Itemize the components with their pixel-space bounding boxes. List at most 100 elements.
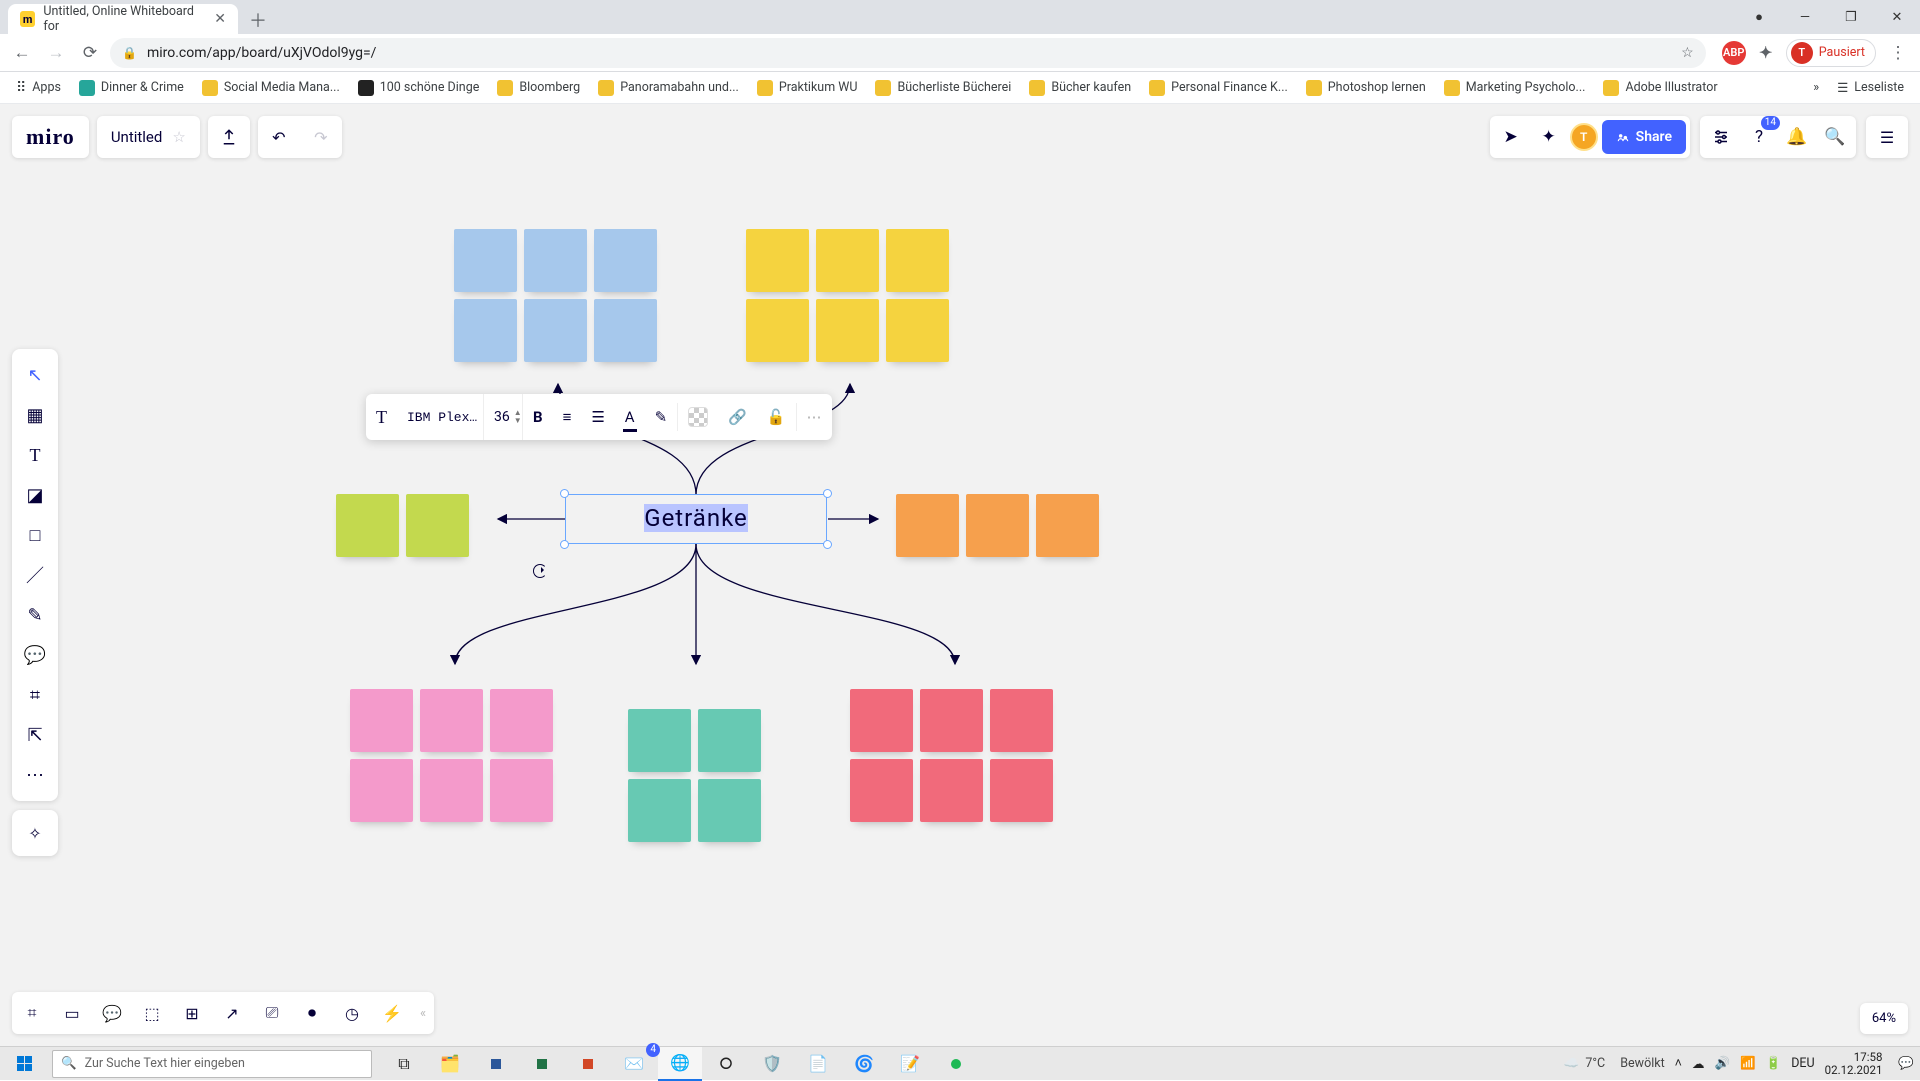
link-button[interactable]: 🔗 (718, 394, 757, 440)
obs-icon[interactable]: ⭘ (704, 1047, 748, 1081)
redo-button[interactable]: ↷ (300, 116, 342, 158)
sticky-note[interactable] (594, 229, 657, 292)
account-dot-icon[interactable]: ● (1736, 0, 1782, 34)
window-close-icon[interactable]: ✕ (1874, 0, 1920, 34)
bookmark-item[interactable]: Photoshop lernen (1300, 76, 1432, 100)
volume-icon[interactable]: 🔊 (1714, 1056, 1730, 1071)
sticky-note[interactable] (746, 229, 809, 292)
sticky-note[interactable] (350, 759, 413, 822)
excel-icon[interactable] (520, 1047, 564, 1081)
sticky-note[interactable] (886, 229, 949, 292)
new-tab-button[interactable]: ＋ (244, 6, 272, 34)
grid-align-icon[interactable]: ⊞ (172, 992, 212, 1034)
lock-button[interactable]: 🔓 (757, 394, 796, 440)
tray-chevron-icon[interactable]: ˄ (1675, 1056, 1682, 1071)
export-button[interactable] (208, 116, 250, 158)
rotate-handle-icon[interactable] (533, 564, 547, 578)
font-size-stepper-icon[interactable]: ▲▼ (514, 409, 522, 425)
wifi-icon[interactable]: 📶 (1740, 1056, 1756, 1071)
bookmark-item[interactable]: Bloomberg (491, 76, 586, 100)
sticky-note[interactable] (920, 689, 983, 752)
app-icon-1[interactable]: 🛡️ (750, 1047, 794, 1081)
resize-handle-nw[interactable] (560, 489, 569, 498)
omnibox[interactable]: 🔒 miro.com/app/board/uXjVOdol9yg=/ ☆ (110, 38, 1706, 68)
nav-back-icon[interactable]: ← (8, 39, 36, 67)
timer-icon[interactable]: ◷ (332, 992, 372, 1034)
sticky-note[interactable] (454, 299, 517, 362)
bookmark-item[interactable]: Marketing Psycholo... (1438, 76, 1592, 100)
sticky-note[interactable] (406, 494, 469, 557)
text-color-button[interactable]: A (615, 394, 645, 440)
mail-icon[interactable]: ✉️ (612, 1047, 656, 1081)
taskbar-clock[interactable]: 17:58 02.12.2021 (1825, 1051, 1889, 1077)
activity-panel-icon[interactable]: ☰ (1866, 116, 1908, 158)
record-icon[interactable]: ⏺ (292, 992, 332, 1034)
sticky-note-tool[interactable]: ◪ (12, 475, 58, 515)
sticky-note[interactable] (896, 494, 959, 557)
font-family-select[interactable]: IBM Plex… (397, 394, 483, 440)
more-tools-icon[interactable]: ⋯ (12, 755, 58, 795)
reactions-icon[interactable]: ✦ (1532, 120, 1566, 154)
weather-widget[interactable]: ☁️ 7°C Bewölkt (1564, 1056, 1665, 1071)
edge-icon[interactable]: 🌀 (842, 1047, 886, 1081)
app-icon-2[interactable]: 📄 (796, 1047, 840, 1081)
sticky-note[interactable] (594, 299, 657, 362)
spotify-icon[interactable] (934, 1047, 978, 1081)
sticky-note[interactable] (698, 779, 761, 842)
frame-tool[interactable]: ⌗ (12, 675, 58, 715)
input-language[interactable]: DEU (1791, 1056, 1814, 1071)
bookmarks-overflow-icon[interactable]: » (1807, 76, 1825, 99)
select-tool[interactable]: ↖ (12, 355, 58, 395)
bookmark-item[interactable]: Bücherliste Bücherei (869, 76, 1017, 100)
resize-handle-se[interactable] (823, 540, 832, 549)
start-button[interactable] (0, 1047, 48, 1081)
adblock-extension-icon[interactable]: ABP (1722, 41, 1746, 65)
share-out-icon[interactable]: ↗ (212, 992, 252, 1034)
undo-button[interactable]: ↶ (258, 116, 300, 158)
favorite-star-icon[interactable]: ☆ (172, 128, 185, 146)
shape-tool[interactable]: □ (12, 515, 58, 555)
presence-avatar[interactable]: T (1570, 123, 1598, 151)
logo-card[interactable]: miro (12, 116, 89, 158)
sticky-note[interactable] (990, 759, 1053, 822)
list-button[interactable]: ☰ (581, 394, 614, 440)
presentation-icon[interactable]: ▭ (52, 992, 92, 1034)
templates-tool[interactable]: ▦ (12, 395, 58, 435)
resize-handle-sw[interactable] (560, 540, 569, 549)
notifications-bell-icon[interactable]: 🔔 (1780, 120, 1814, 154)
sticky-note[interactable] (816, 229, 879, 292)
text-node-selected[interactable]: Getränke (565, 494, 827, 544)
sticky-note[interactable] (420, 689, 483, 752)
sticky-note[interactable] (1036, 494, 1099, 557)
sticky-note[interactable] (886, 299, 949, 362)
sticky-note[interactable] (850, 759, 913, 822)
font-size-input[interactable]: 36 ▲▼ (483, 394, 523, 440)
cursor-mode-icon[interactable]: ➤ (1494, 120, 1528, 154)
profile-paused-chip[interactable]: T Pausiert (1786, 39, 1876, 67)
sticky-note[interactable] (420, 759, 483, 822)
sticky-note[interactable] (524, 229, 587, 292)
bookmark-item[interactable]: Praktikum WU (751, 76, 864, 100)
sticky-note[interactable] (816, 299, 879, 362)
bookmark-item[interactable]: Adobe Illustrator (1597, 76, 1723, 100)
notepad-icon[interactable]: 📝 (888, 1047, 932, 1081)
sticky-note[interactable] (746, 299, 809, 362)
fill-color-button[interactable] (678, 394, 718, 440)
reading-list-button[interactable]: ☰Leseliste (1831, 76, 1910, 100)
comment-tool[interactable]: 💬 (12, 635, 58, 675)
pen-tool[interactable]: ✎ (12, 595, 58, 635)
board-title-chip[interactable]: Untitled☆ (97, 116, 200, 158)
sticky-note[interactable] (628, 779, 691, 842)
bookmark-item[interactable]: Personal Finance K... (1143, 76, 1294, 100)
bookmark-item[interactable]: 100 schöne Dinge (352, 76, 486, 100)
apps-shortcut[interactable]: ⠿Apps (10, 76, 67, 100)
file-explorer-icon[interactable]: 🗂️ (428, 1047, 472, 1081)
settings-sliders-icon[interactable] (1704, 120, 1738, 154)
align-button[interactable]: ≡ (553, 394, 582, 440)
search-icon[interactable]: 🔍 (1818, 120, 1852, 154)
action-center-icon[interactable]: 💬 (1898, 1056, 1914, 1071)
sticky-note[interactable] (490, 689, 553, 752)
bookmark-item[interactable]: Social Media Mana... (196, 76, 346, 100)
zoom-indicator[interactable]: 64% (1860, 1003, 1908, 1034)
nav-reload-icon[interactable]: ⟳ (76, 39, 104, 67)
